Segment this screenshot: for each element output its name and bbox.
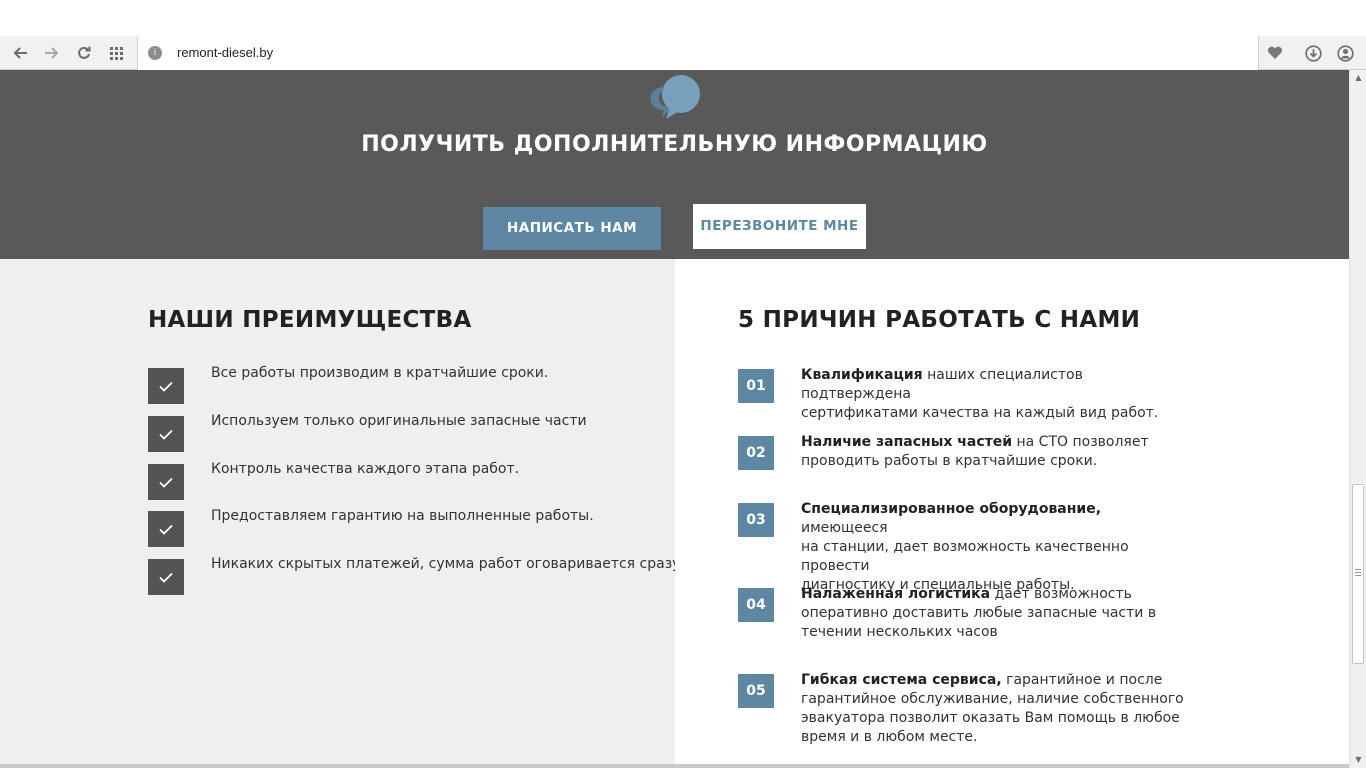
scroll-up-arrow-icon[interactable]: ▲	[1350, 70, 1366, 86]
advantage-item: Используем только оригинальные запасные …	[148, 413, 668, 452]
reason-number: 05	[738, 674, 774, 708]
download-icon[interactable]	[1300, 40, 1326, 66]
advantage-text: Используем только оригинальные запасные …	[211, 413, 587, 429]
check-icon	[148, 511, 184, 547]
chat-bubbles-icon	[650, 75, 700, 119]
advantage-item: Предоставляем гарантию на выполненные ра…	[148, 508, 668, 547]
advantage-item: Контроль качества каждого этапа работ.	[148, 461, 668, 500]
reason-number: 01	[738, 369, 774, 403]
check-icon	[148, 416, 184, 452]
reload-icon[interactable]	[72, 41, 96, 65]
write-us-button[interactable]: НАПИСАТЬ НАМ	[483, 207, 661, 250]
apps-grid-icon[interactable]	[104, 41, 128, 65]
reason-number: 03	[738, 503, 774, 537]
profile-icon[interactable]	[1332, 40, 1358, 66]
reason-text: Гибкая система сервиса, гарантийное и по…	[801, 672, 1184, 745]
check-icon	[148, 559, 184, 595]
back-arrow-icon[interactable]	[9, 41, 33, 65]
call-me-button[interactable]: ПЕРЕЗВОНИТЕ МНЕ	[693, 204, 866, 249]
scroll-down-arrow-icon[interactable]: ▼	[1350, 752, 1366, 768]
site-info-icon[interactable]: i	[148, 46, 162, 60]
advantage-text: Все работы производим в кратчайшие сроки…	[211, 365, 549, 381]
vertical-scrollbar[interactable]: ▲ ▼	[1349, 70, 1366, 768]
reason-text: Специализированное оборудование, имеющее…	[801, 501, 1129, 593]
reason-text: Квалификация наших специалистов подтверж…	[801, 367, 1159, 421]
reasons-title: 5 ПРИЧИН РАБОТАТЬ С НАМИ	[738, 307, 1141, 333]
reason-text: Наличие запасных частей на СТО позволяет…	[801, 434, 1149, 469]
address-bar[interactable]: i remont-diesel.by	[137, 36, 1259, 70]
advantage-item: Никаких скрытых платежей, сумма работ ог…	[148, 556, 685, 595]
page-bottom-edge	[0, 764, 1349, 768]
info-title: ПОЛУЧИТЬ ДОПОЛНИТЕЛЬНУЮ ИНФОРМАЦИЮ	[361, 132, 988, 157]
reason-text: Налаженная логистика дает возможность опе…	[801, 586, 1157, 640]
advantage-item: Все работы производим в кратчайшие сроки…	[148, 365, 668, 404]
advantages-title: НАШИ ПРЕИМУЩЕСТВА	[148, 307, 472, 333]
browser-toolbar: i remont-diesel.by	[0, 36, 1366, 70]
heart-icon[interactable]	[1262, 40, 1288, 66]
reason-number: 02	[738, 436, 774, 470]
check-icon	[148, 368, 184, 404]
advantage-text: Предоставляем гарантию на выполненные ра…	[211, 508, 594, 524]
scrollbar-thumb[interactable]	[1352, 484, 1364, 664]
advantage-text: Никаких скрытых платежей, сумма работ ог…	[211, 556, 685, 572]
advantage-text: Контроль качества каждого этапа работ.	[211, 461, 520, 477]
check-icon	[148, 464, 184, 500]
browser-top-area	[0, 0, 1366, 36]
forward-arrow-icon[interactable]	[39, 41, 63, 65]
url-text[interactable]: remont-diesel.by	[177, 36, 273, 70]
reason-number: 04	[738, 588, 774, 622]
info-section: ПОЛУЧИТЬ ДОПОЛНИТЕЛЬНУЮ ИНФОРМАЦИЮ НАПИС…	[0, 70, 1349, 259]
